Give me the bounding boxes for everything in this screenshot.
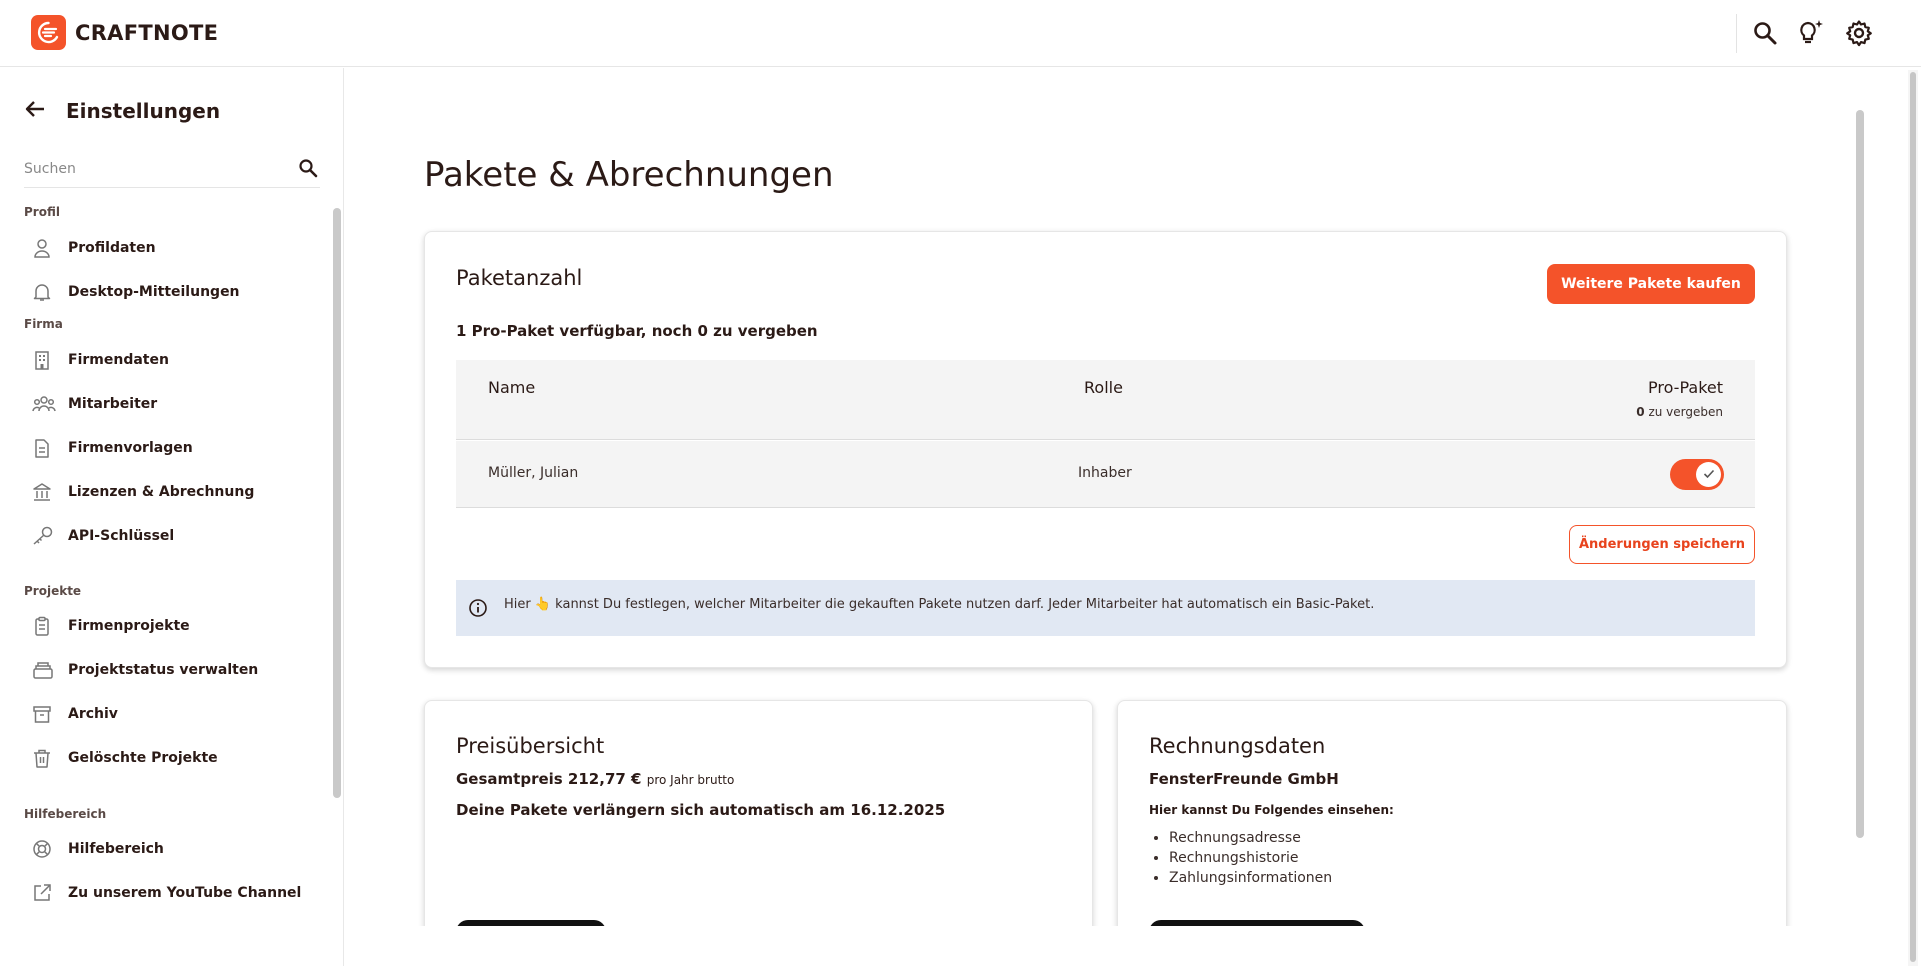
key-icon [24, 524, 64, 548]
sidebar-item-label: Gelöschte Projekte [68, 750, 218, 766]
sidebar-item-mitarbeiter[interactable]: Mitarbeiter [24, 386, 324, 422]
pro-paket-remaining-count: 0 [1636, 405, 1645, 419]
pro-paket-toggle[interactable] [1670, 459, 1724, 490]
preisuebersicht-title: Preisübersicht [456, 734, 605, 758]
sidebar-item-label: Hilfebereich [68, 841, 164, 857]
sidebar-item-api-schluessel[interactable]: API-Schlüssel [24, 518, 324, 554]
sidebar-item-archiv[interactable]: Archiv [24, 696, 324, 732]
clipboard-icon [24, 614, 64, 638]
bell-icon [24, 280, 64, 304]
app-logo[interactable]: CRAFTNOTE [31, 15, 218, 50]
column-header-name: Name [488, 378, 536, 397]
total-price-suffix: pro Jahr brutto [646, 773, 735, 787]
sidebar-item-geloeschte-projekte[interactable]: Gelöschte Projekte [24, 740, 324, 776]
save-changes-button[interactable]: Änderungen speichern [1569, 525, 1755, 564]
toggle-knob [1696, 462, 1721, 487]
settings-title: Einstellungen [66, 99, 221, 123]
search-icon[interactable] [298, 158, 318, 183]
sidebar-item-label: Desktop-Mitteilungen [68, 284, 240, 300]
external-link-icon [24, 881, 64, 905]
gear-icon[interactable] [1844, 18, 1874, 48]
team-icon [24, 392, 64, 416]
section-label-profil: Profil [24, 205, 60, 219]
app-name: CRAFTNOTE [75, 20, 219, 45]
bank-icon [24, 480, 64, 504]
company-name: FensterFreunde GmbH [1149, 770, 1339, 788]
sidebar-item-profildaten[interactable]: Profildaten [24, 230, 324, 266]
total-price-value: Gesamtpreis 212,77 € [456, 770, 642, 788]
sidebar-item-label: API-Schlüssel [68, 528, 175, 544]
craftnote-logo-icon [31, 15, 66, 50]
section-label-hilfebereich: Hilfebereich [24, 807, 107, 821]
sidebar-item-label: Lizenzen & Abrechnung [68, 484, 255, 500]
section-label-projekte: Projekte [24, 584, 82, 598]
sidebar-item-label: Firmenvorlagen [68, 440, 193, 456]
check-icon [1703, 466, 1715, 484]
column-header-pro-paket: Pro-Paket [1648, 378, 1723, 397]
user-icon [24, 236, 64, 260]
settings-header: Einstellungen [24, 99, 220, 123]
sidebar-item-firmenvorlagen[interactable]: Firmenvorlagen [24, 430, 324, 466]
list-item: Zahlungsinformationen [1169, 868, 1332, 888]
info-text: Hier 👆 kannst Du festlegen, welcher Mita… [504, 597, 1375, 612]
settings-search-input[interactable] [24, 152, 274, 186]
pro-paket-remaining-label: zu vergeben [1644, 405, 1723, 419]
archive-icon [24, 702, 64, 726]
stack-icon [24, 658, 64, 682]
viewport-bottom-area [345, 926, 1845, 966]
top-bar: CRAFTNOTE [0, 0, 1921, 67]
trash-icon [24, 746, 64, 770]
section-label-firma: Firma [24, 317, 63, 331]
lightbulb-sparkle-icon[interactable] [1796, 18, 1826, 48]
sidebar-item-label: Firmendaten [68, 352, 169, 368]
sidebar-item-label: Zu unserem YouTube Channel [68, 885, 302, 901]
row-role: Inhaber [1078, 465, 1132, 481]
renewal-text: Deine Pakete verlängern sich automatisch… [456, 801, 946, 819]
paketanzahl-title: Paketanzahl [456, 266, 583, 290]
table-row: Müller, Julian Inhaber [456, 441, 1755, 508]
settings-sidebar: Einstellungen Profil Profildaten Desktop… [0, 68, 344, 966]
back-arrow-icon[interactable] [24, 100, 46, 123]
column-header-role: Rolle [1084, 378, 1123, 397]
sidebar-item-label: Archiv [68, 706, 118, 722]
header-divider [1736, 14, 1737, 53]
billing-intro: Hier kannst Du Folgendes einsehen: [1149, 803, 1394, 817]
buy-more-packages-button[interactable]: Weitere Pakete kaufen [1547, 264, 1755, 304]
packages-available-text: 1 Pro-Paket verfügbar, noch 0 zu vergebe… [456, 322, 818, 340]
building-icon [24, 348, 64, 372]
sidebar-item-label: Profildaten [68, 240, 156, 256]
row-name: Müller, Julian [488, 465, 579, 481]
pro-paket-remaining: 0 zu vergeben [1636, 405, 1723, 419]
info-box: Hier 👆 kannst Du festlegen, welcher Mita… [456, 580, 1755, 636]
sidebar-item-projektstatus[interactable]: Projektstatus verwalten [24, 652, 324, 688]
sidebar-item-label: Projektstatus verwalten [68, 662, 259, 678]
sidebar-item-lizenzen[interactable]: Lizenzen & Abrechnung [24, 474, 324, 510]
sidebar-item-firmenprojekte[interactable]: Firmenprojekte [24, 608, 324, 644]
document-icon [24, 436, 64, 460]
rechnungsdaten-title: Rechnungsdaten [1149, 734, 1326, 758]
sidebar-item-desktop-mitteilungen[interactable]: Desktop-Mitteilungen [24, 274, 324, 310]
list-item: Rechnungshistorie [1169, 848, 1332, 868]
sidebar-item-youtube[interactable]: Zu unserem YouTube Channel [24, 875, 324, 911]
sidebar-item-label: Firmenprojekte [68, 618, 190, 634]
page-title: Pakete & Abrechnungen [424, 155, 834, 195]
window-scrollbar-thumb[interactable] [1910, 72, 1916, 962]
sidebar-item-firmendaten[interactable]: Firmendaten [24, 342, 324, 378]
list-item: Rechnungsadresse [1169, 828, 1332, 848]
main-scrollbar-thumb[interactable] [1856, 110, 1864, 838]
settings-search [24, 152, 320, 188]
sidebar-scrollbar-thumb[interactable] [333, 208, 341, 798]
billing-items-list: Rechnungsadresse Rechnungshistorie Zahlu… [1149, 828, 1332, 888]
table-header: Name Rolle Pro-Paket 0 zu vergeben [456, 360, 1755, 440]
sidebar-item-hilfebereich[interactable]: Hilfebereich [24, 831, 324, 867]
total-price: Gesamtpreis 212,77 € pro Jahr brutto [456, 770, 734, 788]
sidebar-item-label: Mitarbeiter [68, 396, 158, 412]
info-icon [468, 598, 488, 623]
lifebuoy-icon [24, 837, 64, 861]
search-icon[interactable] [1750, 18, 1780, 48]
